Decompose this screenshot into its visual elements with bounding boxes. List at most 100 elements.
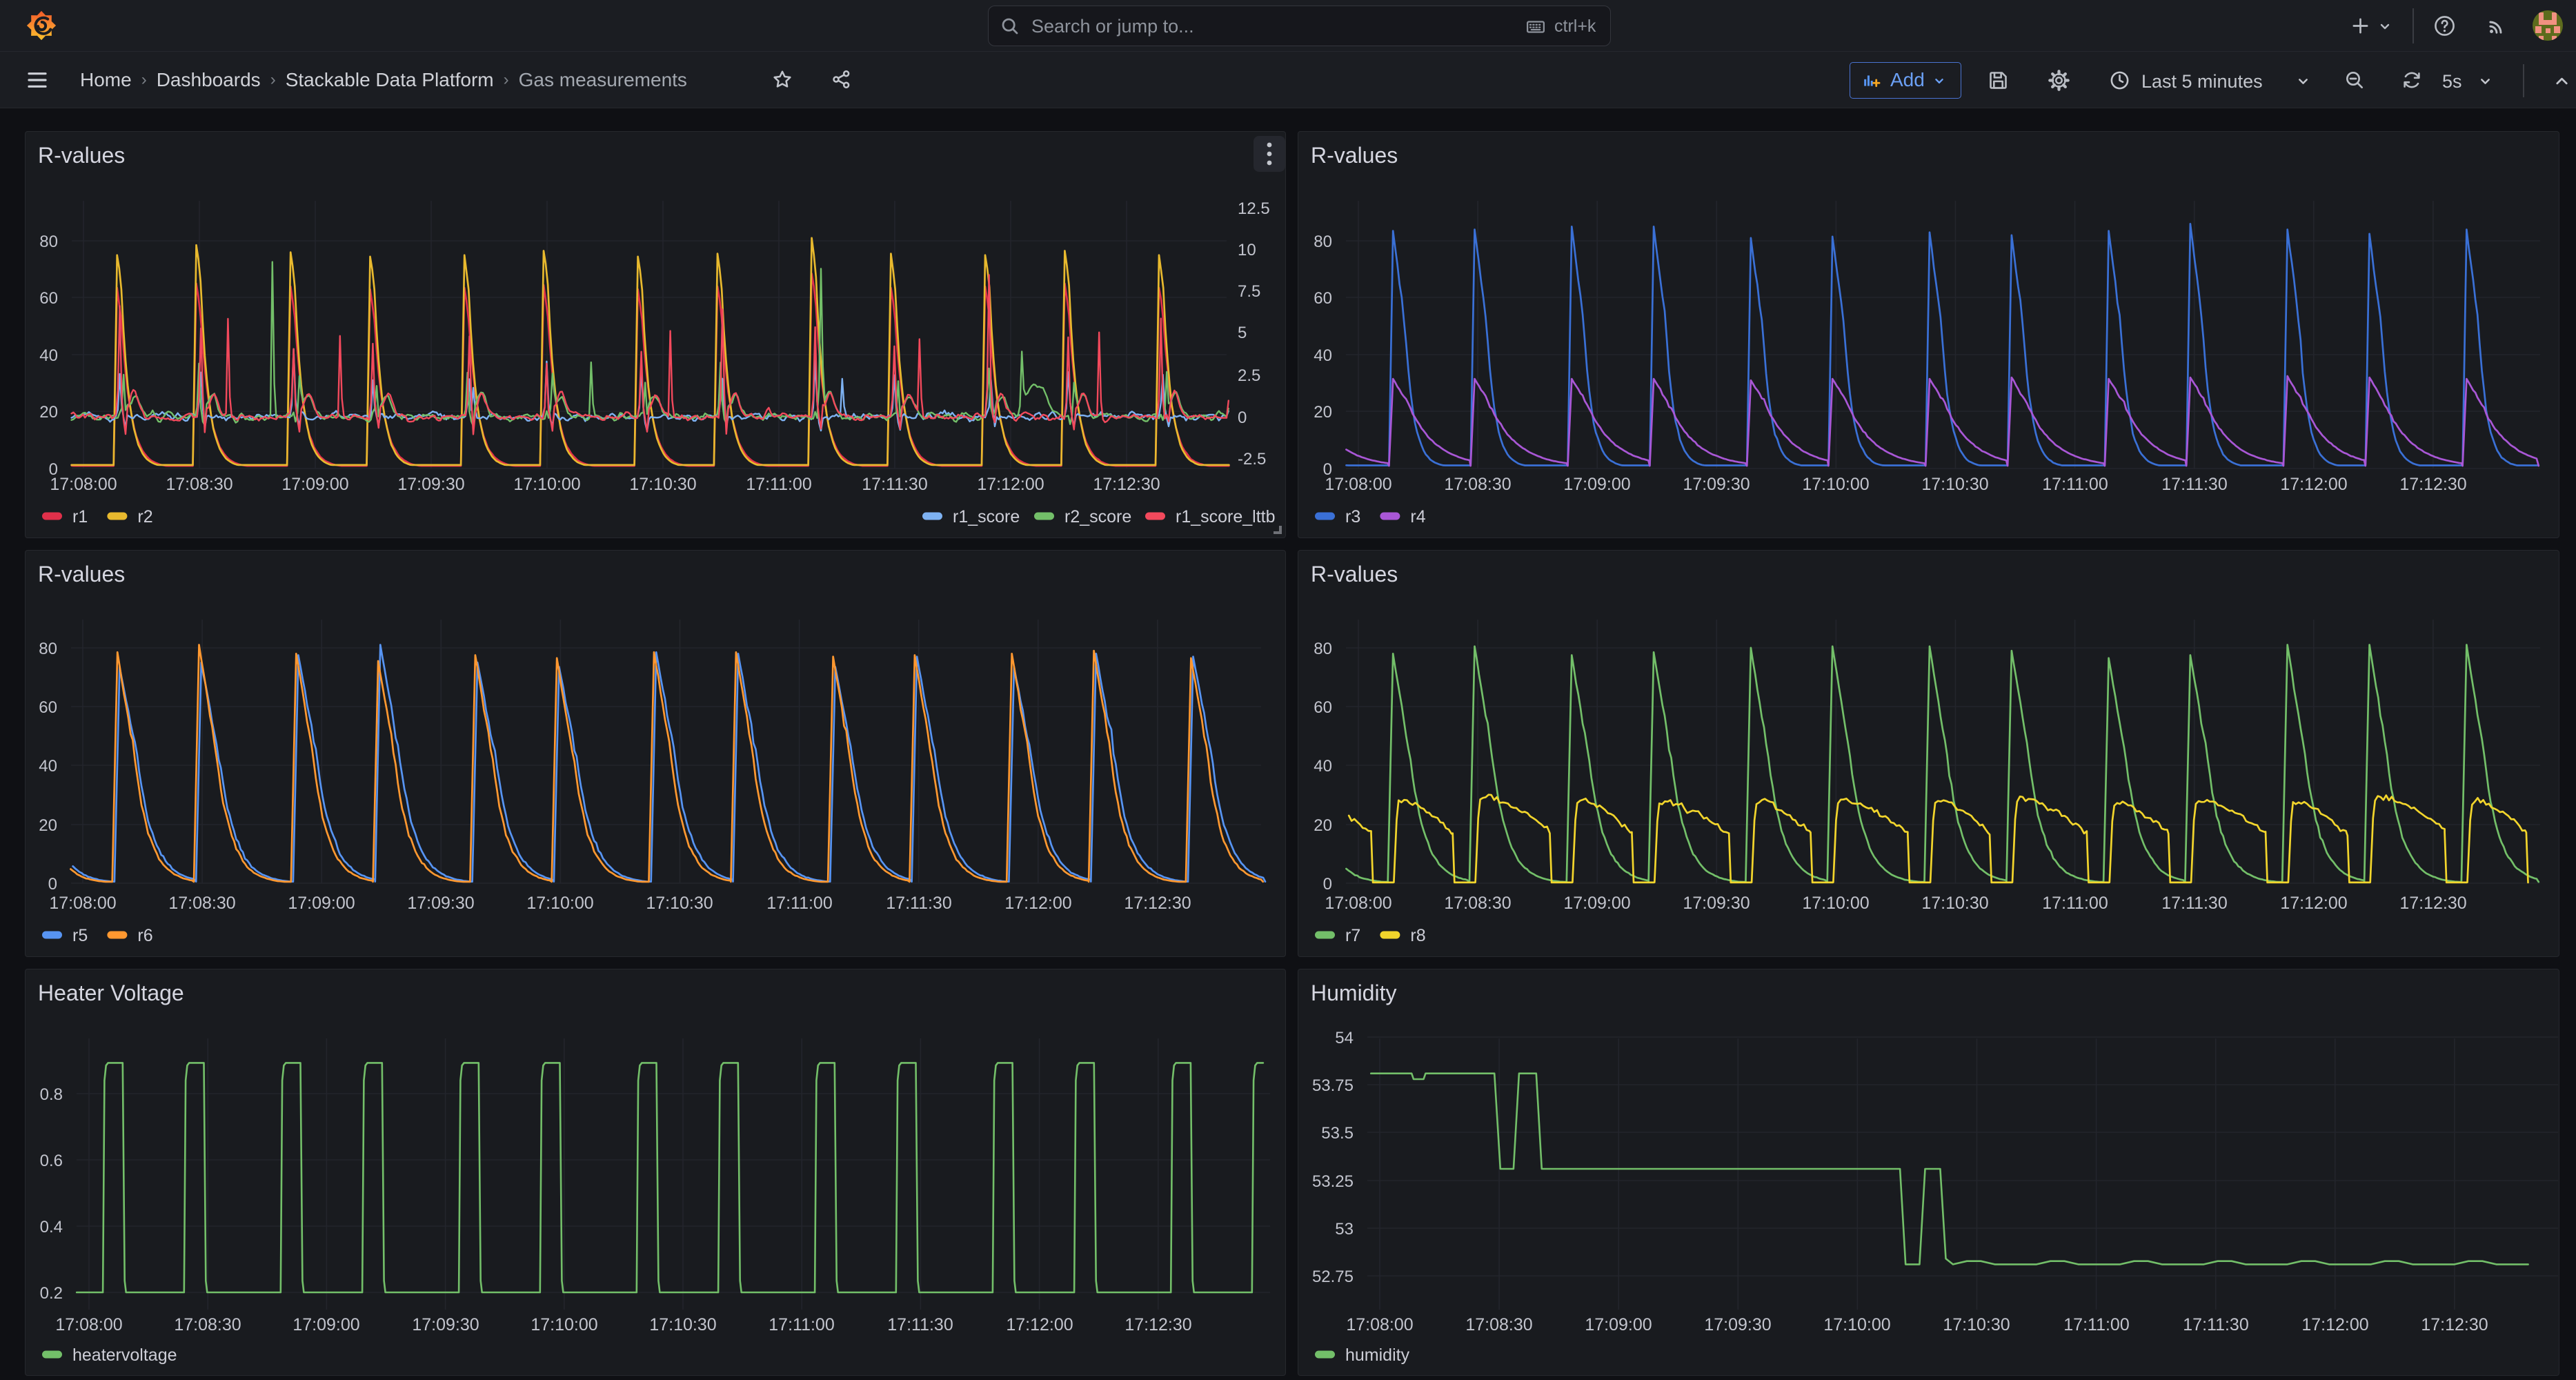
- svg-text:17:12:00: 17:12:00: [2280, 475, 2347, 494]
- svg-text:r7: r7: [1345, 926, 1360, 945]
- svg-text:17:12:30: 17:12:30: [2399, 475, 2466, 494]
- svg-text:17:12:00: 17:12:00: [977, 475, 1044, 494]
- svg-text:17:09:00: 17:09:00: [1585, 1315, 1652, 1334]
- svg-text:17:12:00: 17:12:00: [2280, 894, 2347, 913]
- svg-text:17:10:30: 17:10:30: [1921, 894, 1988, 913]
- svg-text:17:12:00: 17:12:00: [1006, 1315, 1073, 1334]
- svg-text:17:10:00: 17:10:00: [526, 894, 593, 913]
- svg-text:17:11:30: 17:11:30: [2183, 1315, 2248, 1334]
- svg-text:20: 20: [1314, 403, 1332, 422]
- svg-text:17:11:30: 17:11:30: [2161, 894, 2227, 913]
- svg-text:17:08:00: 17:08:00: [49, 894, 116, 913]
- svg-text:80: 80: [39, 233, 58, 251]
- svg-text:20: 20: [39, 816, 57, 835]
- svg-text:17:09:00: 17:09:00: [281, 475, 348, 494]
- svg-text:60: 60: [39, 698, 57, 717]
- svg-text:17:10:00: 17:10:00: [531, 1315, 597, 1334]
- svg-text:17:11:00: 17:11:00: [769, 1315, 834, 1334]
- svg-text:20: 20: [1314, 816, 1332, 835]
- svg-text:0.8: 0.8: [40, 1085, 63, 1104]
- svg-text:0.2: 0.2: [40, 1284, 63, 1303]
- svg-text:17:11:30: 17:11:30: [886, 894, 951, 913]
- svg-text:17:09:30: 17:09:30: [407, 894, 474, 913]
- svg-text:17:08:00: 17:08:00: [1325, 894, 1391, 913]
- svg-text:40: 40: [1314, 757, 1332, 776]
- svg-text:r1_score_lttb: r1_score_lttb: [1176, 507, 1276, 526]
- svg-text:60: 60: [39, 289, 58, 308]
- svg-text:R-values: R-values: [38, 562, 125, 586]
- svg-text:heatervoltage: heatervoltage: [72, 1346, 177, 1365]
- svg-text:Humidity: Humidity: [1311, 980, 1396, 1005]
- svg-text:17:08:30: 17:08:30: [1465, 1315, 1532, 1334]
- svg-text:-2.5: -2.5: [1238, 450, 1266, 469]
- svg-text:17:10:00: 17:10:00: [1823, 1315, 1890, 1334]
- svg-text:17:12:30: 17:12:30: [1093, 475, 1160, 494]
- svg-text:17:11:00: 17:11:00: [746, 475, 811, 494]
- svg-text:17:11:30: 17:11:30: [862, 475, 927, 494]
- svg-text:17:10:30: 17:10:30: [646, 894, 713, 913]
- svg-text:17:08:00: 17:08:00: [1346, 1315, 1413, 1334]
- svg-text:17:08:00: 17:08:00: [50, 475, 117, 494]
- svg-text:17:08:00: 17:08:00: [55, 1315, 122, 1334]
- svg-text:52.75: 52.75: [1312, 1268, 1354, 1286]
- svg-text:17:12:30: 17:12:30: [2399, 894, 2466, 913]
- svg-text:r1: r1: [72, 507, 88, 526]
- svg-text:80: 80: [39, 640, 57, 658]
- svg-text:R-values: R-values: [1311, 143, 1398, 168]
- svg-text:17:12:30: 17:12:30: [2421, 1315, 2488, 1334]
- svg-text:17:08:30: 17:08:30: [166, 475, 232, 494]
- svg-text:0.4: 0.4: [40, 1218, 63, 1236]
- svg-text:0: 0: [1323, 875, 1332, 894]
- svg-text:17:08:00: 17:08:00: [1325, 475, 1391, 494]
- svg-text:60: 60: [1314, 698, 1332, 717]
- svg-text:r2: r2: [137, 507, 152, 526]
- svg-text:17:08:30: 17:08:30: [168, 894, 235, 913]
- svg-text:0: 0: [1238, 408, 1247, 427]
- svg-text:17:09:30: 17:09:30: [1683, 894, 1750, 913]
- svg-text:80: 80: [1314, 233, 1332, 251]
- svg-text:17:08:30: 17:08:30: [1444, 475, 1511, 494]
- svg-text:10: 10: [1238, 241, 1256, 259]
- svg-text:0: 0: [48, 875, 57, 894]
- svg-text:r4: r4: [1410, 507, 1425, 526]
- svg-text:17:09:00: 17:09:00: [1563, 894, 1630, 913]
- svg-text:60: 60: [1314, 289, 1332, 308]
- svg-text:r2_score: r2_score: [1064, 507, 1131, 526]
- svg-text:17:09:30: 17:09:30: [1704, 1315, 1771, 1334]
- svg-text:17:08:30: 17:08:30: [174, 1315, 241, 1334]
- svg-text:humidity: humidity: [1345, 1346, 1410, 1365]
- svg-text:40: 40: [1314, 346, 1332, 365]
- svg-text:17:10:30: 17:10:30: [1943, 1315, 2010, 1334]
- svg-text:17:09:00: 17:09:00: [293, 1315, 359, 1334]
- svg-text:17:11:00: 17:11:00: [2042, 475, 2108, 494]
- svg-text:17:11:00: 17:11:00: [2042, 894, 2108, 913]
- svg-text:17:10:30: 17:10:30: [629, 475, 696, 494]
- svg-text:40: 40: [39, 346, 58, 365]
- svg-text:Heater Voltage: Heater Voltage: [38, 980, 184, 1005]
- svg-text:17:10:00: 17:10:00: [1802, 475, 1869, 494]
- svg-text:53.5: 53.5: [1321, 1124, 1354, 1143]
- svg-text:12.5: 12.5: [1238, 199, 1270, 218]
- svg-text:17:09:00: 17:09:00: [288, 894, 355, 913]
- svg-text:40: 40: [39, 757, 57, 776]
- svg-text:2.5: 2.5: [1238, 366, 1260, 385]
- svg-text:r5: r5: [72, 926, 88, 945]
- svg-text:17:09:30: 17:09:30: [1683, 475, 1750, 494]
- svg-text:r8: r8: [1410, 926, 1425, 945]
- svg-text:17:11:30: 17:11:30: [887, 1315, 953, 1334]
- svg-text:17:12:30: 17:12:30: [1124, 894, 1191, 913]
- svg-text:7.5: 7.5: [1238, 282, 1260, 301]
- svg-text:17:12:30: 17:12:30: [1124, 1315, 1191, 1334]
- svg-text:53.75: 53.75: [1312, 1076, 1354, 1095]
- svg-text:R-values: R-values: [1311, 562, 1398, 586]
- svg-text:17:09:30: 17:09:30: [397, 475, 464, 494]
- svg-text:54: 54: [1335, 1029, 1354, 1047]
- svg-text:17:11:00: 17:11:00: [2063, 1315, 2129, 1334]
- svg-text:r3: r3: [1345, 507, 1360, 526]
- svg-text:17:12:00: 17:12:00: [2301, 1315, 2368, 1334]
- svg-text:r1_score: r1_score: [953, 507, 1020, 526]
- svg-text:17:10:00: 17:10:00: [1802, 894, 1869, 913]
- svg-text:0.6: 0.6: [40, 1152, 63, 1170]
- svg-text:17:09:00: 17:09:00: [1563, 475, 1630, 494]
- svg-text:17:12:00: 17:12:00: [1004, 894, 1071, 913]
